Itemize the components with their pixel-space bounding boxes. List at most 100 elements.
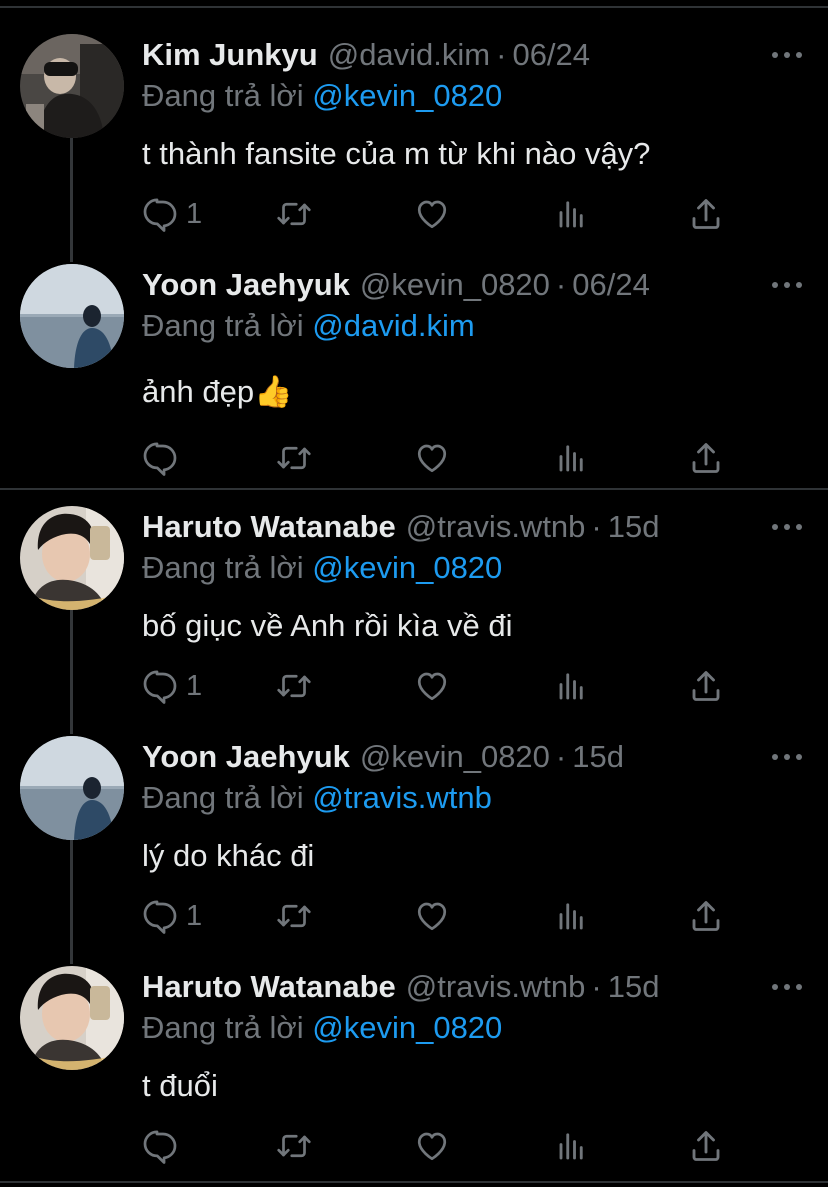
share-icon (688, 196, 724, 232)
handle[interactable]: @kevin_0820 (360, 267, 550, 302)
tweet-header: Yoon Jaehyuk @kevin_0820 · 15d (142, 736, 624, 778)
like-icon (414, 196, 450, 232)
analytics-button[interactable] (552, 666, 588, 706)
reply-button[interactable]: 1 (142, 194, 202, 234)
analytics-button[interactable] (552, 1126, 588, 1166)
timestamp[interactable]: 15d (608, 509, 660, 544)
timestamp[interactable]: 06/24 (572, 267, 650, 302)
share-button[interactable] (688, 194, 724, 234)
more-icon[interactable] (772, 736, 802, 778)
tweet-header: Haruto Watanabe @travis.wtnb · 15d (142, 506, 659, 548)
tweet[interactable]: Yoon Jaehyuk @kevin_0820 · 15d Đang trả lời… (0, 736, 828, 958)
retweet-button[interactable] (276, 896, 312, 936)
like-icon (414, 898, 450, 934)
like-button[interactable] (414, 1126, 450, 1166)
separator-dot: · (591, 969, 602, 1004)
mention-link[interactable]: @kevin_0820 (312, 550, 502, 585)
retweet-button[interactable] (276, 438, 312, 478)
avatar[interactable] (20, 966, 124, 1070)
analytics-button[interactable] (552, 896, 588, 936)
replying-to: Đang trả lời @kevin_0820 (142, 548, 502, 588)
share-button[interactable] (688, 1126, 724, 1166)
like-icon (414, 1128, 450, 1164)
handle[interactable]: @kevin_0820 (360, 739, 550, 774)
tweet[interactable]: Yoon Jaehyuk @kevin_0820 · 06/24 Đang trả l… (0, 264, 828, 486)
analytics-button[interactable] (552, 194, 588, 234)
like-button[interactable] (414, 438, 450, 478)
action-bar: 1 (142, 194, 742, 234)
retweet-icon (276, 1128, 312, 1164)
retweet-button[interactable] (276, 1126, 312, 1166)
mirror-selfie-avatar (20, 966, 124, 1070)
avatar[interactable] (20, 264, 124, 368)
analytics-icon (552, 196, 588, 232)
reply-icon (142, 196, 178, 232)
share-icon (688, 898, 724, 934)
retweet-button[interactable] (276, 666, 312, 706)
display-name[interactable]: Haruto Watanabe (142, 969, 396, 1004)
tweet[interactable]: Haruto Watanabe @travis.wtnb · 15d Đang trả… (0, 966, 828, 1178)
display-name[interactable]: Yoon Jaehyuk (142, 739, 350, 774)
thumbs-up-emoji: 👍 (254, 374, 293, 409)
handle[interactable]: @david.kim (328, 37, 490, 72)
more-icon[interactable] (772, 506, 802, 548)
analytics-button[interactable] (552, 438, 588, 478)
handle[interactable]: @travis.wtnb (406, 509, 586, 544)
tweet-text: t đuổi (142, 1068, 218, 1103)
reply-count: 1 (186, 197, 203, 230)
mirror-selfie-avatar (20, 506, 124, 610)
tweet[interactable]: Haruto Watanabe @travis.wtnb · 15d Đang trả… (0, 506, 828, 728)
share-button[interactable] (688, 438, 724, 478)
mention-link[interactable]: @travis.wtnb (312, 780, 492, 815)
seaside-avatar (20, 264, 124, 368)
separator-dot: · (496, 37, 507, 72)
timestamp[interactable]: 15d (608, 969, 660, 1004)
replying-to-label: Đang trả lời (142, 308, 304, 343)
replying-to-label: Đang trả lời (142, 550, 304, 585)
like-button[interactable] (414, 896, 450, 936)
avatar[interactable] (20, 506, 124, 610)
retweet-icon (276, 898, 312, 934)
like-button[interactable] (414, 666, 450, 706)
avatar[interactable] (20, 34, 124, 138)
bottom-divider (0, 1181, 828, 1183)
reply-button[interactable]: 1 (142, 666, 202, 706)
mention-link[interactable]: @kevin_0820 (312, 1010, 502, 1045)
handle[interactable]: @travis.wtnb (406, 969, 586, 1004)
reply-button[interactable] (142, 438, 186, 478)
tweet-text: ảnh đẹp👍 (142, 370, 293, 414)
timestamp[interactable]: 06/24 (512, 37, 590, 72)
separator-dot: · (591, 509, 602, 544)
tweet-header: Haruto Watanabe @travis.wtnb · 15d (142, 966, 659, 1008)
like-icon (414, 440, 450, 476)
like-button[interactable] (414, 194, 450, 234)
retweet-icon (276, 668, 312, 704)
replying-to-label: Đang trả lời (142, 1010, 304, 1045)
retweet-icon (276, 440, 312, 476)
share-button[interactable] (688, 896, 724, 936)
tweet-text: t thành fansite của m từ khi nào vậy? (142, 136, 651, 171)
replying-to: Đang trả lời @kevin_0820 (142, 1008, 502, 1048)
more-icon[interactable] (772, 264, 802, 306)
tweet[interactable]: Kim Junkyu @david.kim · 06/24 Đang trả lời … (0, 34, 828, 256)
reply-button[interactable]: 1 (142, 896, 202, 936)
avatar[interactable] (20, 736, 124, 840)
share-button[interactable] (688, 666, 724, 706)
display-name[interactable]: Kim Junkyu (142, 37, 318, 72)
display-name[interactable]: Haruto Watanabe (142, 509, 396, 544)
mention-link[interactable]: @kevin_0820 (312, 78, 502, 113)
more-icon[interactable] (772, 966, 802, 1008)
reply-button[interactable] (142, 1126, 186, 1166)
reply-icon (142, 668, 178, 704)
separator-dot: · (555, 267, 567, 302)
action-bar: 1 (142, 666, 742, 706)
mention-link[interactable]: @david.kim (312, 308, 474, 343)
replying-to: Đang trả lời @travis.wtnb (142, 778, 492, 818)
replying-to: Đang trả lời @kevin_0820 (142, 76, 502, 116)
display-name[interactable]: Yoon Jaehyuk (142, 267, 350, 302)
more-icon[interactable] (772, 34, 802, 76)
thread-divider (0, 488, 828, 490)
retweet-button[interactable] (276, 194, 312, 234)
tweet-text-body: ảnh đẹp (142, 374, 255, 409)
timestamp[interactable]: 15d (572, 739, 624, 774)
